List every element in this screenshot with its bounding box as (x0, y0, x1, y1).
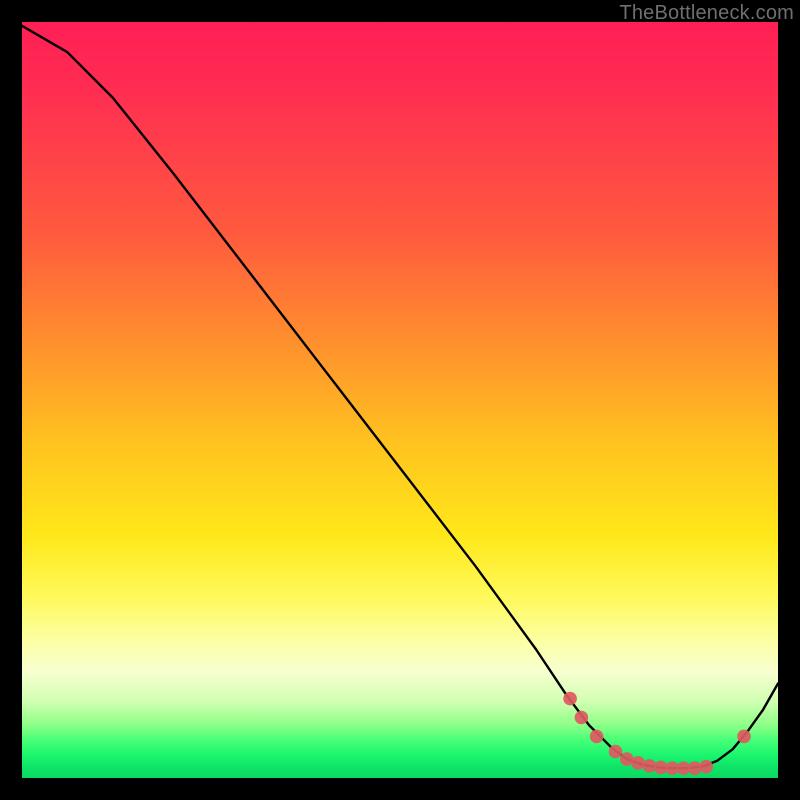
chart-stage: TheBottleneck.com (0, 0, 800, 800)
marker-dots (563, 692, 751, 775)
bottleneck-curve (22, 26, 778, 768)
watermark-text: TheBottleneck.com (619, 2, 794, 25)
plot-area (22, 22, 778, 778)
curve-layer (22, 22, 778, 778)
